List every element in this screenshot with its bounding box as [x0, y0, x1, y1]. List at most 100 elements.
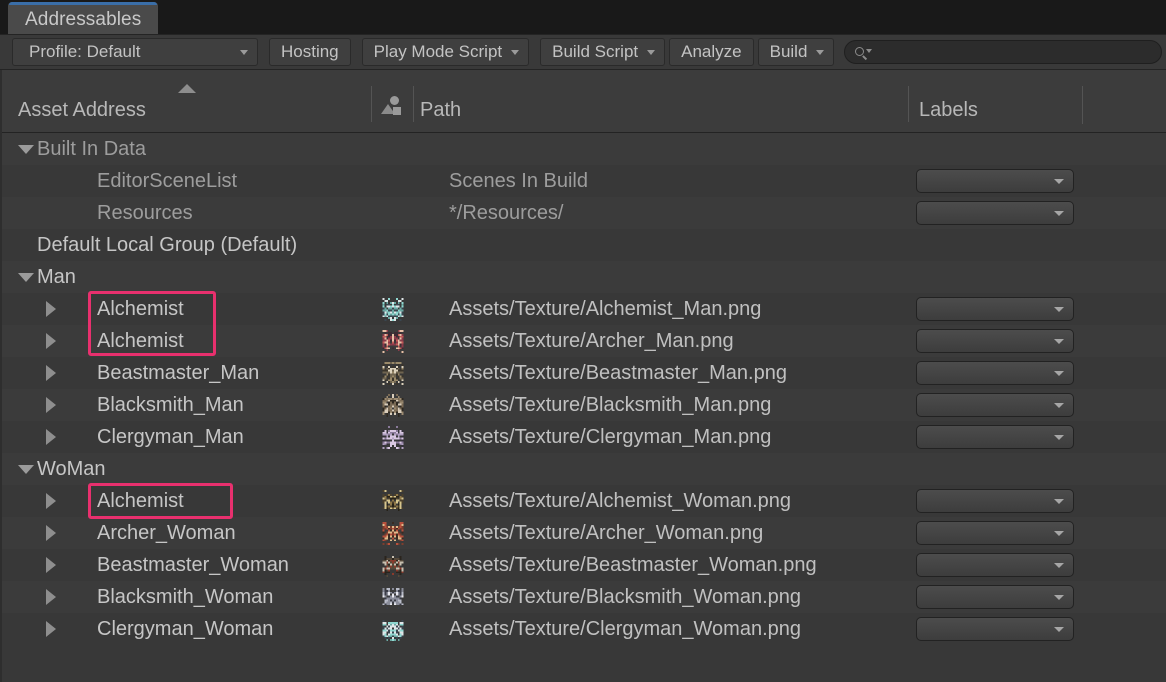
- labels-dropdown[interactable]: [916, 297, 1074, 321]
- foldout-collapsed-icon[interactable]: [46, 397, 56, 413]
- chevron-down-icon: [240, 50, 248, 55]
- labels-dropdown[interactable]: [916, 329, 1074, 353]
- column-header: Asset Address Path Labels: [0, 70, 1166, 133]
- foldout-collapsed-icon[interactable]: [46, 301, 56, 317]
- search-input[interactable]: [875, 43, 1161, 61]
- hosting-button[interactable]: Hosting: [269, 38, 351, 66]
- labels-dropdown[interactable]: [916, 425, 1074, 449]
- addressables-tree[interactable]: Built In Data EditorSceneList Scenes In Bu…: [0, 133, 1166, 682]
- tree-row-path: Assets/Texture/Archer_Man.png: [449, 330, 734, 352]
- build-script-dropdown[interactable]: Build Script: [540, 38, 666, 66]
- foldout-collapsed-icon[interactable]: [46, 333, 56, 349]
- foldout-collapsed-icon[interactable]: [46, 525, 56, 541]
- tree-row[interactable]: Beastmaster_Woman Assets/Texture/Beastmas…: [0, 549, 1166, 581]
- tree-row-asset-address: Alchemist: [97, 298, 184, 320]
- asset-thumbnail-icon: [382, 330, 404, 353]
- tree-row[interactable]: Beastmaster_Man Assets/Texture/Beastmaste…: [0, 357, 1166, 389]
- tree-row-asset-address: Beastmaster_Woman: [97, 554, 289, 576]
- labels-dropdown[interactable]: [916, 489, 1074, 513]
- tree-row-path: Assets/Texture/Clergyman_Man.png: [449, 426, 772, 448]
- analyze-button[interactable]: Analyze: [669, 38, 754, 66]
- labels-dropdown[interactable]: [916, 585, 1074, 609]
- chevron-down-icon: [1054, 371, 1064, 376]
- asset-thumbnail-icon: [382, 522, 404, 545]
- asset-thumbnail-icon: [382, 586, 404, 609]
- build-script-label: Build Script: [552, 42, 639, 61]
- column-header-asset-address[interactable]: Asset Address: [18, 99, 146, 122]
- chevron-down-icon: [1054, 531, 1064, 536]
- column-header-path[interactable]: Path: [420, 99, 461, 122]
- labels-dropdown[interactable]: [916, 201, 1074, 225]
- foldout-collapsed-icon[interactable]: [46, 429, 56, 445]
- tree-row-asset-address: Built In Data: [37, 138, 146, 160]
- foldout-expanded-icon[interactable]: [18, 465, 34, 474]
- foldout-collapsed-icon[interactable]: [46, 589, 56, 605]
- play-mode-script-dropdown[interactable]: Play Mode Script: [361, 38, 530, 66]
- labels-dropdown[interactable]: [916, 169, 1074, 193]
- toolbar: Profile: Default Hosting Play Mode Scrip…: [0, 34, 1166, 70]
- column-separator-3[interactable]: [908, 86, 909, 122]
- foldout-collapsed-icon[interactable]: [46, 493, 56, 509]
- tree-row-path: Assets/Texture/Alchemist_Man.png: [449, 298, 762, 320]
- chevron-down-icon: [1054, 403, 1064, 408]
- labels-dropdown[interactable]: [916, 521, 1074, 545]
- tree-row-path: Assets/Texture/Clergyman_Woman.png: [449, 618, 802, 640]
- build-dropdown[interactable]: Build: [757, 38, 835, 66]
- tree-row[interactable]: Clergyman_Man Assets/Texture/Clergyman_Ma…: [0, 421, 1166, 453]
- tree-row-path: Assets/Texture/Beastmaster_Woman.png: [449, 554, 817, 576]
- foldout-collapsed-icon[interactable]: [46, 365, 56, 381]
- profile-dropdown[interactable]: Profile: Default: [12, 38, 258, 66]
- tree-row-path: Assets/Texture/Blacksmith_Man.png: [449, 394, 772, 416]
- tree-row[interactable]: Archer_Woman Assets/Texture/Archer_Woman.…: [0, 517, 1166, 549]
- labels-dropdown[interactable]: [916, 617, 1074, 641]
- foldout-collapsed-icon[interactable]: [46, 621, 56, 637]
- chevron-down-icon: [1054, 307, 1064, 312]
- foldout-expanded-icon[interactable]: [18, 273, 34, 282]
- column-separator-1[interactable]: [371, 86, 372, 122]
- tree-row[interactable]: Alchemist Assets/Texture/Alchemist_Man.pn…: [0, 293, 1166, 325]
- column-separator-4[interactable]: [1082, 86, 1083, 124]
- tree-row[interactable]: Blacksmith_Man Assets/Texture/Blacksmith_…: [0, 389, 1166, 421]
- asset-thumbnail-icon: [382, 362, 404, 385]
- tree-row[interactable]: WoMan: [0, 453, 1166, 485]
- tree-row[interactable]: Blacksmith_Woman Assets/Texture/Blacksmit…: [0, 581, 1166, 613]
- column-separator-2[interactable]: [413, 86, 414, 122]
- hosting-button-label: Hosting: [281, 42, 339, 61]
- tree-row[interactable]: Default Local Group (Default): [0, 229, 1166, 261]
- labels-dropdown[interactable]: [916, 361, 1074, 385]
- sort-ascending-icon[interactable]: [178, 84, 196, 93]
- labels-dropdown[interactable]: [916, 553, 1074, 577]
- asset-thumbnail-icon: [382, 618, 404, 641]
- chevron-down-icon: [1054, 563, 1064, 568]
- asset-thumbnail-icon: [382, 490, 404, 513]
- tree-row[interactable]: Alchemist Assets/Texture/Archer_Man.png: [0, 325, 1166, 357]
- tree-row-asset-address: Beastmaster_Man: [97, 362, 260, 384]
- tree-row-path: */Resources/: [449, 202, 564, 224]
- tree-row-path: Assets/Texture/Beastmaster_Man.png: [449, 362, 787, 384]
- search-icon: [854, 44, 873, 62]
- labels-dropdown[interactable]: [916, 393, 1074, 417]
- tree-row[interactable]: Clergyman_Woman Assets/Texture/Clergyman_…: [0, 613, 1166, 645]
- tree-row[interactable]: EditorSceneList Scenes In Build: [0, 165, 1166, 197]
- build-dropdown-label: Build: [769, 42, 808, 61]
- chevron-down-icon: [647, 50, 656, 55]
- tree-row-asset-address: Alchemist: [97, 330, 184, 352]
- tree-row-asset-address: Resources: [97, 202, 193, 224]
- tree-row-asset-address: Default Local Group (Default): [37, 234, 298, 256]
- addressables-groups-window: Addressables Profile: Default Hosting Pl…: [0, 0, 1166, 682]
- toolbar-divider-3: [533, 38, 540, 66]
- column-header-labels[interactable]: Labels: [919, 99, 978, 122]
- tree-row[interactable]: Resources */Resources/: [0, 197, 1166, 229]
- chevron-down-icon: [511, 50, 520, 55]
- foldout-expanded-icon[interactable]: [18, 145, 34, 154]
- play-mode-script-label: Play Mode Script: [373, 42, 503, 61]
- tree-row-asset-address: EditorSceneList: [97, 170, 238, 192]
- tab-addressables[interactable]: Addressables: [8, 2, 159, 34]
- foldout-collapsed-icon[interactable]: [46, 557, 56, 573]
- tree-row[interactable]: Alchemist Assets/Texture/Alchemist_Woman.…: [0, 485, 1166, 517]
- chevron-down-icon: [816, 50, 825, 55]
- tree-row[interactable]: Man: [0, 261, 1166, 293]
- search-box[interactable]: [844, 40, 1162, 64]
- tree-row[interactable]: Built In Data: [0, 133, 1166, 165]
- chevron-down-icon: [1054, 435, 1064, 440]
